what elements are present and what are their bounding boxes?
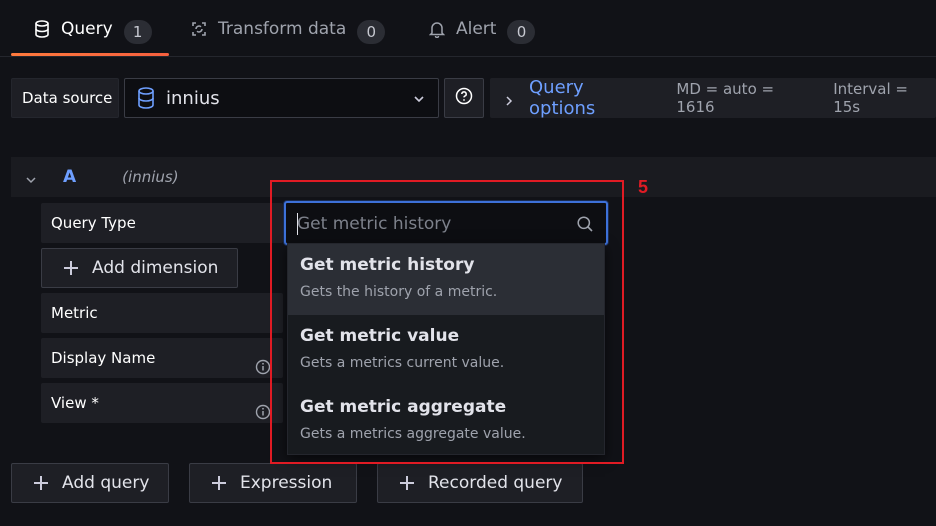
add-dimension-label: Add dimension	[92, 258, 219, 278]
query-row-header[interactable]: A (innius)	[11, 157, 936, 197]
info-circle-icon[interactable]	[255, 395, 271, 420]
query-type-select[interactable]	[284, 201, 608, 245]
query-options-md: MD = auto = 1616	[676, 80, 775, 116]
chevron-right-icon	[504, 92, 514, 106]
tab-alert[interactable]: Alert 0	[428, 18, 536, 52]
option-title: Get metric value	[300, 326, 460, 346]
expression-button[interactable]: Expression	[189, 463, 357, 503]
transform-icon	[190, 20, 208, 38]
option-get-metric-value[interactable]: Get metric value Gets a metrics current …	[288, 315, 604, 386]
metric-label: Metric	[41, 293, 283, 333]
chevron-down-icon	[412, 91, 426, 105]
query-type-label: Query Type	[41, 203, 283, 243]
display-name-label: Display Name	[41, 338, 283, 378]
plus-icon	[34, 476, 48, 490]
recorded-query-label: Recorded query	[428, 473, 563, 493]
option-get-metric-history[interactable]: Get metric history Gets the history of a…	[288, 244, 604, 315]
tab-transform-data[interactable]: Transform data 0	[190, 18, 386, 52]
option-description: Gets a metrics aggregate value.	[300, 426, 526, 442]
text-cursor	[297, 213, 298, 235]
view-label: View *	[41, 383, 283, 423]
query-type-label-text: Query Type	[51, 214, 136, 232]
option-description: Gets a metrics current value.	[300, 355, 505, 371]
datasource-database-icon	[137, 87, 157, 109]
query-options-toggle[interactable]: Query options MD = auto = 1616 Interval …	[490, 77, 936, 119]
recorded-query-button[interactable]: Recorded query	[377, 463, 583, 503]
datasource-help-button[interactable]	[444, 78, 484, 118]
annotation-number: 5	[638, 177, 649, 197]
datasource-label: Data source	[11, 78, 119, 118]
query-editor-tabs: Query 1 Transform data 0 Alert 0	[0, 0, 936, 57]
add-dimension-button[interactable]: Add dimension	[41, 248, 238, 288]
plus-icon	[64, 261, 78, 275]
query-options-title: Query options	[529, 77, 596, 119]
question-circle-icon	[455, 87, 473, 109]
datasource-picker[interactable]: innius	[124, 78, 439, 118]
query-type-options-menu: Get metric history Gets the history of a…	[287, 243, 605, 455]
add-query-label: Add query	[62, 473, 150, 493]
bell-icon	[428, 20, 446, 38]
collapse-chevron-icon[interactable]	[25, 171, 37, 184]
option-description: Gets the history of a metric.	[300, 284, 498, 300]
tab-alert-count: 0	[507, 20, 536, 44]
info-circle-icon[interactable]	[255, 350, 271, 375]
datasource-name: innius	[166, 87, 220, 109]
tab-transform-count: 0	[357, 20, 386, 44]
display-name-label-text: Display Name	[51, 349, 156, 367]
tab-alert-label: Alert	[456, 19, 497, 39]
query-datasource-name: (innius)	[122, 168, 179, 186]
database-icon	[33, 20, 51, 38]
active-tab-indicator	[11, 53, 169, 56]
search-icon	[576, 215, 594, 233]
option-get-metric-aggregate[interactable]: Get metric aggregate Gets a metrics aggr…	[288, 386, 604, 457]
tab-query-count: 1	[123, 20, 152, 44]
plus-icon	[400, 476, 414, 490]
metric-label-text: Metric	[51, 304, 98, 322]
add-query-button[interactable]: Add query	[11, 463, 169, 503]
tab-query[interactable]: Query 1	[33, 18, 152, 52]
query-ref-id[interactable]: A	[63, 167, 76, 187]
query-options-interval: Interval = 15s	[833, 80, 908, 116]
tab-transform-label: Transform data	[218, 19, 347, 39]
query-type-search-input[interactable]	[297, 213, 567, 235]
plus-icon	[212, 476, 226, 490]
view-label-text: View *	[51, 394, 99, 412]
option-title: Get metric aggregate	[300, 397, 507, 417]
expression-label: Expression	[240, 473, 333, 493]
tab-query-label: Query	[61, 19, 113, 39]
option-title: Get metric history	[300, 255, 475, 275]
